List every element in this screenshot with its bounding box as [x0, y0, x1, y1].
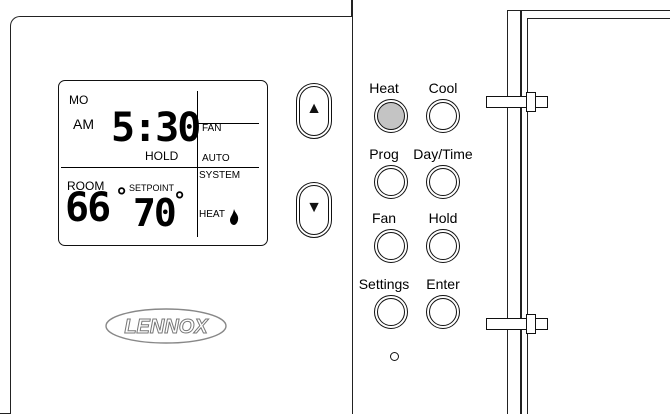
room-degree: °: [115, 185, 128, 210]
daytime-button[interactable]: [426, 165, 460, 199]
time-readout: 5:30: [111, 105, 201, 151]
prog-button[interactable]: [374, 165, 408, 199]
enter-button[interactable]: [426, 295, 460, 329]
daytime-label: Day/Time: [413, 146, 473, 162]
cool-button[interactable]: [426, 99, 460, 133]
up-arrow-icon: ▲: [306, 100, 322, 117]
svg-text:LENNOX: LENNOX: [124, 316, 209, 338]
lcd-display: MO AM 5:30 HOLD FAN AUTO SYSTEM HEAT ROO…: [58, 80, 268, 246]
fan-label: FAN: [202, 123, 222, 134]
setpoint-degree: °: [173, 189, 186, 214]
day-indicator: MO: [69, 93, 89, 107]
ampm-indicator: AM: [73, 116, 94, 132]
hold-indicator: HOLD: [145, 149, 179, 163]
enter-label: Enter: [426, 276, 460, 292]
lennox-logo: LENNOX: [104, 306, 228, 346]
hold-button-label: Hold: [428, 210, 458, 226]
fan-mode: AUTO: [202, 153, 230, 164]
status-led-icon: [390, 352, 399, 361]
lcd-divider-horizontal: [61, 167, 259, 168]
cover-door-inner: [527, 18, 670, 414]
hinge-bottom: [486, 318, 548, 330]
setpoint-temp: 70: [133, 191, 177, 235]
lcd-divider-vertical: [197, 91, 198, 237]
down-arrow-icon: ▼: [306, 199, 322, 216]
flame-icon: [229, 209, 239, 225]
temp-up-button[interactable]: ▲: [296, 83, 332, 139]
hold-button[interactable]: [426, 229, 460, 263]
settings-button[interactable]: [374, 295, 408, 329]
fan-button[interactable]: [374, 229, 408, 263]
heat-button[interactable]: [374, 99, 408, 133]
cool-label: Cool: [428, 80, 458, 96]
system-label: SYSTEM: [199, 170, 241, 181]
room-temp: 66: [65, 185, 111, 231]
system-mode: HEAT: [199, 209, 225, 220]
hinge-top-pin: [526, 92, 536, 112]
button-panel: [352, 0, 517, 414]
hinge-top: [486, 96, 548, 108]
temp-down-button[interactable]: ▼: [296, 182, 332, 238]
hinge-bottom-pin: [526, 314, 536, 334]
cover-door-edge: [507, 10, 521, 414]
